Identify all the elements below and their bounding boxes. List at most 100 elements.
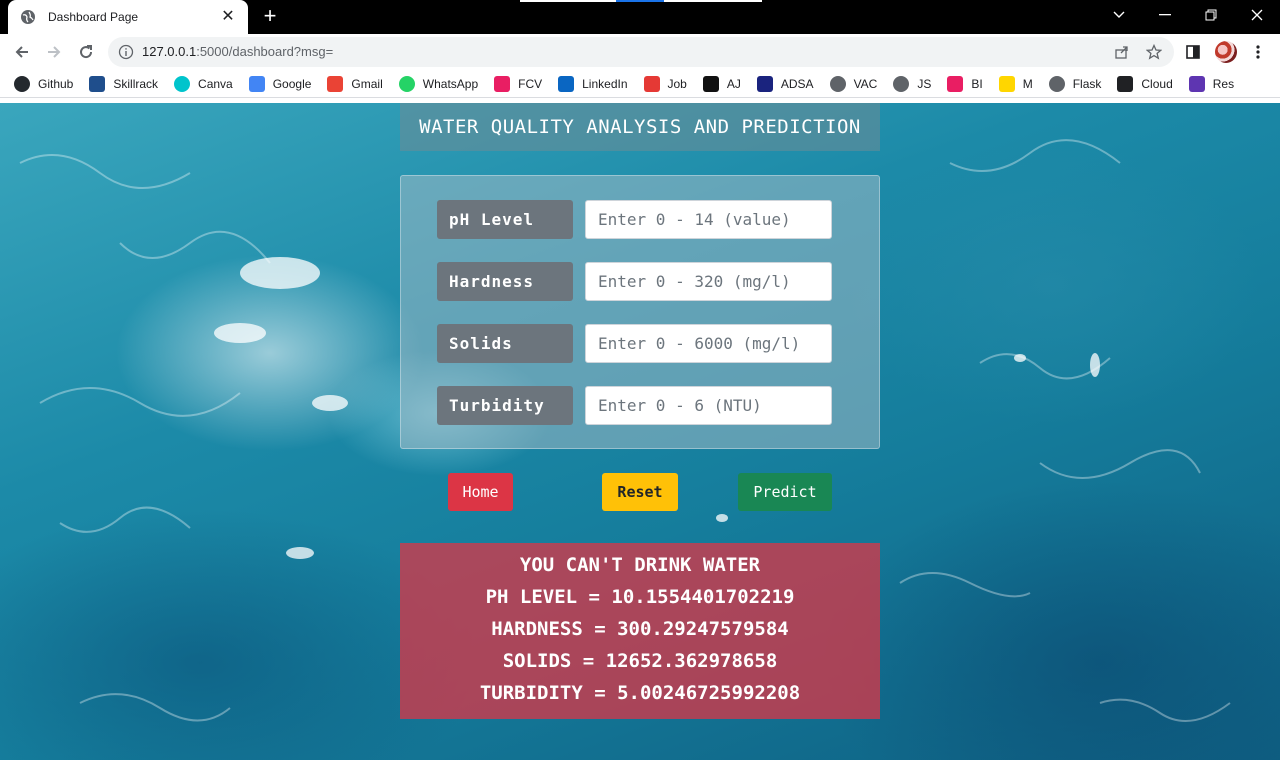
bookmark-flask[interactable]: Flask <box>1048 75 1102 92</box>
bookmark-label: Flask <box>1072 76 1102 91</box>
adsa-icon <box>756 75 773 92</box>
bookmark-skillrack[interactable]: Skillrack <box>89 75 159 92</box>
bookmark-label: Res <box>1212 76 1235 91</box>
bookmark-label: Google <box>272 76 312 91</box>
bookmark-cloud[interactable]: Cloud <box>1117 75 1173 92</box>
result-turbidity: TURBIDITY = 5.00246725992208 <box>479 682 801 704</box>
globe-icon <box>1048 75 1065 92</box>
input-form-card: pH Level Hardness Solids Turbidity <box>400 175 880 449</box>
page-title: WATER QUALITY ANALYSIS AND PREDICTION <box>419 116 861 138</box>
bookmark-star-icon[interactable] <box>1145 43 1163 60</box>
hardness-label: Hardness <box>437 262 573 301</box>
bookmark-label: Cloud <box>1141 76 1173 91</box>
url-text[interactable]: 127.0.0.1:5000/dashboard?msg= <box>142 44 333 59</box>
tab-search-chevron-icon[interactable] <box>1096 0 1142 30</box>
canva-icon <box>174 75 191 92</box>
new-tab-button[interactable]: + <box>258 5 282 29</box>
reload-icon[interactable] <box>74 40 98 64</box>
bookmark-github[interactable]: Github <box>14 75 74 92</box>
bookmark-vac[interactable]: VAC <box>829 75 878 92</box>
globe-icon <box>20 9 36 25</box>
more-menu-icon[interactable] <box>1246 40 1270 64</box>
bookmark-google[interactable]: Google <box>248 75 312 92</box>
bookmark-adsa[interactable]: ADSA <box>756 75 814 92</box>
hardness-input[interactable] <box>585 262 832 301</box>
bookmark-linkedin[interactable]: LinkedIn <box>558 75 628 92</box>
site-info-icon[interactable] <box>118 44 134 60</box>
minimize-icon[interactable] <box>1142 0 1188 30</box>
bookmark-label: Job <box>667 76 687 91</box>
bi-icon <box>947 75 964 92</box>
bookmark-m[interactable]: M <box>998 75 1033 92</box>
bookmark-label: ADSA <box>780 76 814 91</box>
cloud-icon <box>1117 75 1134 92</box>
whatsapp-icon <box>398 75 415 92</box>
solids-input[interactable] <box>585 324 832 363</box>
url-host: 127.0.0.1 <box>142 44 197 59</box>
google-icon <box>248 75 265 92</box>
bookmark-canva[interactable]: Canva <box>174 75 233 92</box>
bookmark-fcv[interactable]: FCV <box>494 75 543 92</box>
bookmark-job[interactable]: Job <box>643 75 687 92</box>
bookmarks-bar: Github Skillrack Canva Google Gmail WhatsApp F… <box>0 70 1280 98</box>
bookmark-label: VAC <box>853 76 878 91</box>
github-icon <box>14 75 30 92</box>
bookmark-label: WhatsApp <box>422 76 479 91</box>
profile-avatar[interactable] <box>1215 41 1237 63</box>
tab-title: Dashboard Page <box>48 10 139 24</box>
restore-icon[interactable] <box>1188 0 1234 30</box>
share-icon[interactable] <box>1114 44 1130 60</box>
close-window-icon[interactable] <box>1234 0 1280 30</box>
address-bar[interactable]: 127.0.0.1:5000/dashboard?msg= <box>108 37 1174 67</box>
bookmark-label: AJ <box>726 76 741 91</box>
ph-level-input[interactable] <box>585 200 832 239</box>
bookmark-label: Skillrack <box>113 76 159 91</box>
turbidity-label: Turbidity <box>437 386 573 425</box>
bookmark-bi[interactable]: BI <box>947 75 983 92</box>
result-hardness: HARDNESS = 300.29247579584 <box>491 618 789 640</box>
result-solids: SOLIDS = 12652.362978658 <box>502 650 778 672</box>
predict-button[interactable]: Predict <box>738 473 832 511</box>
forward-arrow-icon[interactable] <box>42 40 66 64</box>
linkedin-icon <box>558 75 575 92</box>
home-button[interactable]: Home <box>448 473 513 511</box>
skillrack-icon <box>89 75 106 92</box>
tabstrip-indicator <box>520 0 762 2</box>
bookmark-whatsapp[interactable]: WhatsApp <box>398 75 479 92</box>
side-panel-icon[interactable] <box>1181 40 1205 64</box>
bookmark-label: LinkedIn <box>582 76 628 91</box>
res-icon <box>1188 75 1205 92</box>
close-tab-icon[interactable]: ✕ <box>220 9 236 25</box>
job-icon <box>643 75 660 92</box>
bookmark-label: Github <box>38 76 74 91</box>
solids-label: Solids <box>437 324 573 363</box>
globe-icon <box>893 75 910 92</box>
globe-icon <box>829 75 846 92</box>
amazon-icon <box>702 75 719 92</box>
reset-button[interactable]: Reset <box>602 473 678 511</box>
bookmark-label: JS <box>917 76 932 91</box>
browser-toolbar: 127.0.0.1:5000/dashboard?msg= <box>0 34 1280 70</box>
turbidity-input[interactable] <box>585 386 832 425</box>
page-title-bar: WATER QUALITY ANALYSIS AND PREDICTION <box>400 103 880 151</box>
m-icon <box>998 75 1015 92</box>
bookmark-js[interactable]: JS <box>893 75 932 92</box>
result-verdict: YOU CAN'T DRINK WATER <box>519 554 761 576</box>
bookmark-label: FCV <box>518 76 543 91</box>
ph-level-label: pH Level <box>437 200 573 239</box>
result-ph-level: PH LEVEL = 10.1554401702219 <box>485 586 795 608</box>
gmail-icon <box>327 75 344 92</box>
page-background: WATER QUALITY ANALYSIS AND PREDICTION pH… <box>0 103 1280 760</box>
bookmark-label: BI <box>971 76 983 91</box>
bookmark-label: Canva <box>198 76 233 91</box>
browser-tab[interactable]: Dashboard Page ✕ <box>8 0 248 34</box>
bookmark-res[interactable]: Res <box>1188 75 1235 92</box>
bookmark-label: M <box>1022 76 1033 91</box>
url-path: :5000/dashboard?msg= <box>196 44 334 59</box>
back-arrow-icon[interactable] <box>10 40 34 64</box>
bookmark-label: Gmail <box>351 76 383 91</box>
fcv-icon <box>494 75 511 92</box>
bookmark-aj[interactable]: AJ <box>702 75 741 92</box>
prediction-result-panel: YOU CAN'T DRINK WATER PH LEVEL = 10.1554… <box>400 543 880 719</box>
bookmark-gmail[interactable]: Gmail <box>327 75 383 92</box>
